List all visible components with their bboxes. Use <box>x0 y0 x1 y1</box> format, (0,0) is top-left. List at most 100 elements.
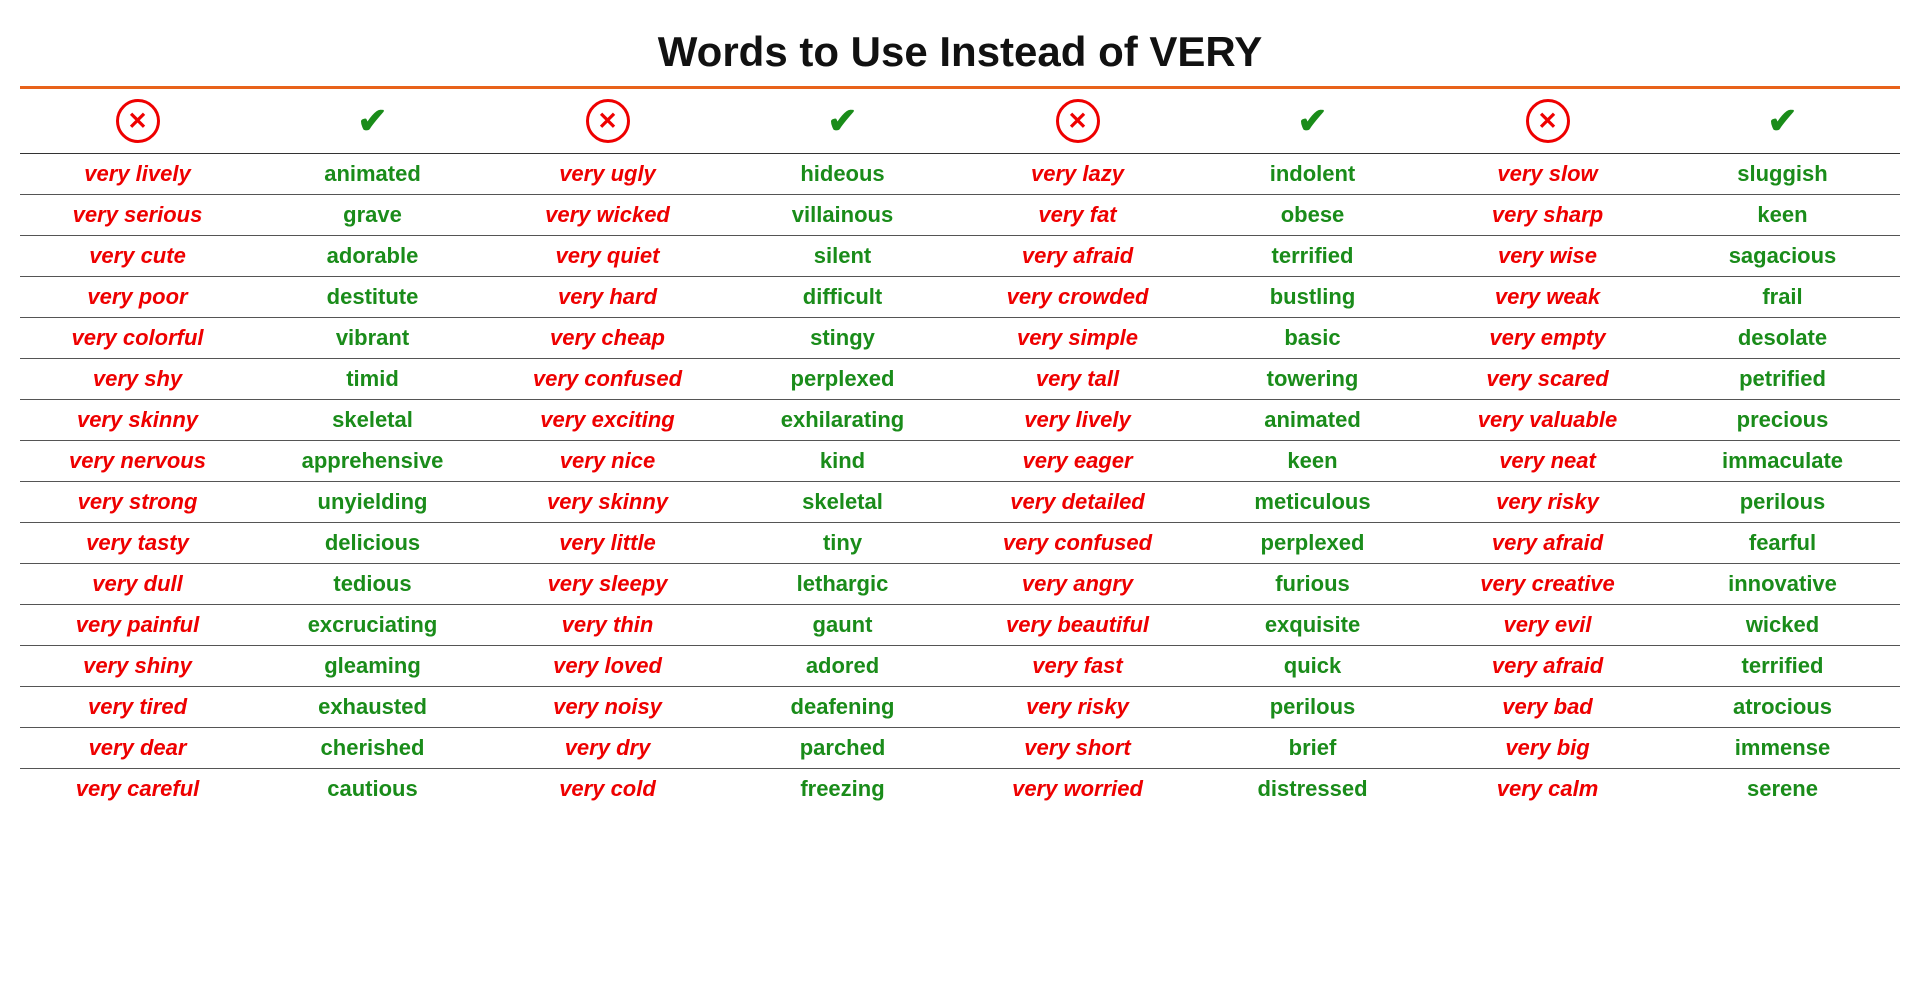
table-cell: very skinny <box>490 482 725 523</box>
header-col-1 <box>255 95 490 147</box>
table-row: very colorfulvibrantvery cheapstingy very… <box>20 318 1900 359</box>
table-cell: silent <box>725 236 960 277</box>
table-cell: destitute <box>255 277 490 318</box>
table-cell: very shy <box>20 359 255 400</box>
table-cell: furious <box>1195 564 1430 605</box>
table-cell: apprehensive <box>255 441 490 482</box>
table-cell: very valuable <box>1430 400 1665 441</box>
table-cell: obese <box>1195 195 1430 236</box>
table-cell: very eager <box>960 441 1195 482</box>
table-cell: very calm <box>1430 769 1665 810</box>
table-cell: very dull <box>20 564 255 605</box>
table-cell: very dear <box>20 728 255 769</box>
table-cell: very noisy <box>490 687 725 728</box>
table-cell: very nice <box>490 441 725 482</box>
table-cell: very cheap <box>490 318 725 359</box>
table-cell: very serious <box>20 195 255 236</box>
table-cell: very hard <box>490 277 725 318</box>
table-cell: very wicked <box>490 195 725 236</box>
table-cell: adorable <box>255 236 490 277</box>
table-cell: very little <box>490 523 725 564</box>
table-cell: exquisite <box>1195 605 1430 646</box>
table-cell: very nervous <box>20 441 255 482</box>
table-row: very tastydeliciousvery littletinyvery c… <box>20 523 1900 564</box>
table-cell: very scared <box>1430 359 1665 400</box>
table-cell: tiny <box>725 523 960 564</box>
check-icon-7 <box>1761 99 1805 143</box>
table-cell: cautious <box>255 769 490 810</box>
table-cell: very tasty <box>20 523 255 564</box>
table-row: very painfulexcruciatingvery thingauntve… <box>20 605 1900 646</box>
header-col-7 <box>1665 95 1900 147</box>
table-cell: very neat <box>1430 441 1665 482</box>
table-row: very carefulcautiousvery coldfreezingver… <box>20 769 1900 810</box>
table-cell: exhilarating <box>725 400 960 441</box>
table-cell: very risky <box>1430 482 1665 523</box>
table-cell: very poor <box>20 277 255 318</box>
table-cell: vibrant <box>255 318 490 359</box>
table-row: very tiredexhaustedvery noisydeafeningve… <box>20 687 1900 728</box>
table-cell: very bad <box>1430 687 1665 728</box>
table-cell: bustling <box>1195 277 1430 318</box>
table-cell: adored <box>725 646 960 687</box>
table-cell: very risky <box>960 687 1195 728</box>
table-row: very poordestitutevery harddifficultvery… <box>20 277 1900 318</box>
table-cell: animated <box>255 154 490 195</box>
check-icon-5 <box>1291 99 1335 143</box>
table-row: very skinnyskeletalvery excitingexhilara… <box>20 400 1900 441</box>
table-cell: very exciting <box>490 400 725 441</box>
table-cell: lethargic <box>725 564 960 605</box>
table-cell: skeletal <box>725 482 960 523</box>
table-cell: terrified <box>1195 236 1430 277</box>
table-cell: brief <box>1195 728 1430 769</box>
table-cell: unyielding <box>255 482 490 523</box>
table-cell: parched <box>725 728 960 769</box>
table-cell: difficult <box>725 277 960 318</box>
table-cell: very fat <box>960 195 1195 236</box>
x-icon-0 <box>116 99 160 143</box>
header-col-0 <box>20 95 255 147</box>
table-cell: very shiny <box>20 646 255 687</box>
table-cell: very afraid <box>1430 646 1665 687</box>
table-cell: indolent <box>1195 154 1430 195</box>
table-cell: very worried <box>960 769 1195 810</box>
table-cell: very fast <box>960 646 1195 687</box>
header-col-6 <box>1430 95 1665 147</box>
table-cell: sluggish <box>1665 154 1900 195</box>
table-cell: very strong <box>20 482 255 523</box>
word-table: very livelyanimatedvery uglyhideousvery … <box>20 154 1900 809</box>
table-cell: very colorful <box>20 318 255 359</box>
table-cell: basic <box>1195 318 1430 359</box>
table-cell: stingy <box>725 318 960 359</box>
table-cell: very beautiful <box>960 605 1195 646</box>
table-cell: animated <box>1195 400 1430 441</box>
table-cell: skeletal <box>255 400 490 441</box>
table-cell: very skinny <box>20 400 255 441</box>
table-cell: wicked <box>1665 605 1900 646</box>
table-cell: gaunt <box>725 605 960 646</box>
table-cell: very dry <box>490 728 725 769</box>
x-icon-2 <box>586 99 630 143</box>
table-cell: meticulous <box>1195 482 1430 523</box>
table-cell: excruciating <box>255 605 490 646</box>
table-cell: very evil <box>1430 605 1665 646</box>
header-row <box>20 89 1900 154</box>
table-cell: towering <box>1195 359 1430 400</box>
table-cell: very careful <box>20 769 255 810</box>
table-cell: immense <box>1665 728 1900 769</box>
table-cell: very sharp <box>1430 195 1665 236</box>
table-cell: very confused <box>960 523 1195 564</box>
table-cell: grave <box>255 195 490 236</box>
check-icon-3 <box>821 99 865 143</box>
table-cell: very lively <box>20 154 255 195</box>
table-cell: innovative <box>1665 564 1900 605</box>
table-row: very seriousgravevery wickedvillainousve… <box>20 195 1900 236</box>
table-row: very livelyanimatedvery uglyhideousvery … <box>20 154 1900 195</box>
table-cell: petrified <box>1665 359 1900 400</box>
table-cell: frail <box>1665 277 1900 318</box>
table-cell: very tired <box>20 687 255 728</box>
check-icon-1 <box>351 99 395 143</box>
table-cell: very empty <box>1430 318 1665 359</box>
table-cell: very big <box>1430 728 1665 769</box>
table-cell: very lively <box>960 400 1195 441</box>
